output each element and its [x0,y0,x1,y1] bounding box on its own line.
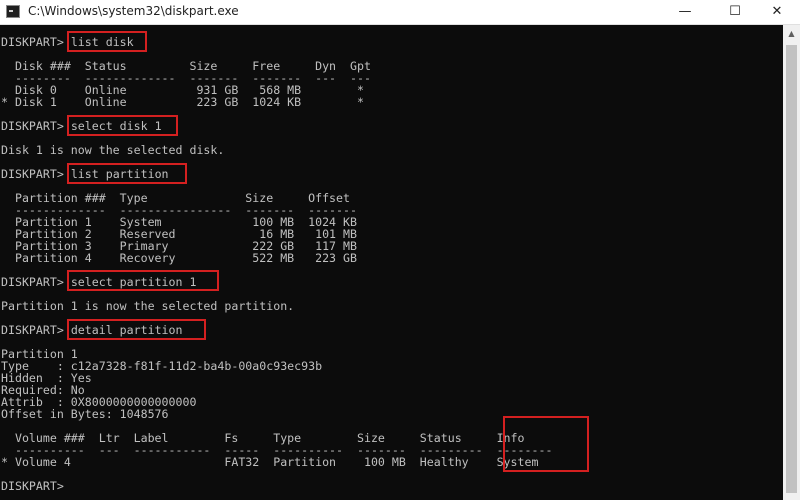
output-message: Partition 1 is now the selected partitio… [1,299,295,313]
title-bar[interactable]: C:\Windows\system32\diskpart.exe — ☐ ✕ [0,0,800,25]
close-button[interactable]: ✕ [754,0,800,24]
maximize-button[interactable]: ☐ [712,0,758,24]
scrollbar-thumb[interactable] [786,45,797,493]
prompt: DISKPART> [1,36,64,49]
partition-table-row: Partition 4 Recovery 522 MB 223 GB [1,251,357,265]
command-highlight-box [67,163,187,184]
command-highlight-box [67,270,219,291]
output-message: Disk 1 is now the selected disk. [1,143,225,157]
disk-table-row: * Disk 1 Online 223 GB 1024 KB * [1,95,364,109]
command-highlight-box [67,319,206,340]
info-column-highlight-box [503,416,589,472]
prompt: DISKPART> [1,275,64,289]
prompt: DISKPART> [1,323,64,337]
diskpart-window: C:\Windows\system32\diskpart.exe — ☐ ✕ ▲… [0,0,800,500]
prompt: DISKPART> [1,119,64,133]
volume-table-row: * Volume 4 FAT32 Partition 100 MB Health… [1,455,539,469]
prompt: DISKPART> [1,167,64,181]
vertical-scrollbar[interactable]: ▲ [783,25,800,500]
window-title: C:\Windows\system32\diskpart.exe [28,4,239,18]
active-prompt-line[interactable]: DISKPART> [1,480,64,492]
detail-offset: Offset in Bytes: 1048576 [1,407,169,421]
minimize-button[interactable]: — [662,0,708,24]
prompt: DISKPART> [1,479,64,493]
console-app-icon [6,5,20,18]
command-highlight-box [67,31,147,52]
command-highlight-box [67,115,178,136]
scroll-up-arrow-icon[interactable]: ▲ [783,25,800,42]
console-output[interactable]: DISKPART> list disk Disk ### Status Size… [1,36,781,498]
